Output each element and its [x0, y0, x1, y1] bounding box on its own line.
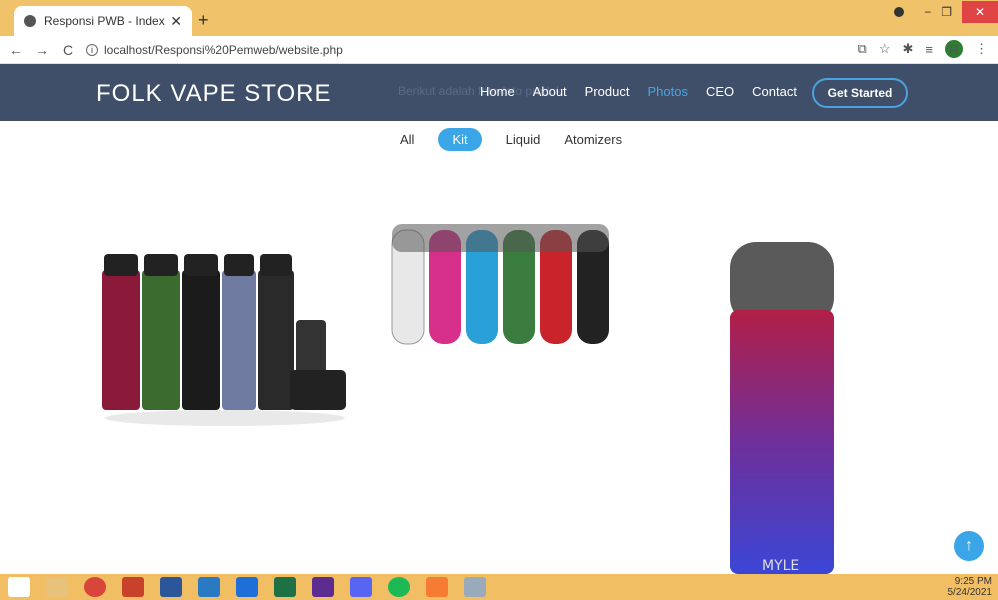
- site-header: FOLK VAPE STORE Berikut adalah foto-foto…: [0, 64, 998, 121]
- browser-tab-strip: Responsi PWB - Index ✕ + − ❐ ✕: [0, 0, 998, 36]
- filter-atomizers[interactable]: Atomizers: [564, 132, 622, 147]
- restore-button[interactable]: ❐: [941, 5, 952, 19]
- file-explorer-icon[interactable]: [46, 577, 68, 597]
- nav-contact[interactable]: Contact: [752, 84, 797, 99]
- windows-start-icon[interactable]: [8, 577, 30, 597]
- discord-icon[interactable]: [350, 577, 372, 597]
- xampp-icon[interactable]: [426, 577, 448, 597]
- scroll-to-top-button[interactable]: ↑: [954, 531, 984, 561]
- clock-date: 5/24/2021: [947, 587, 993, 598]
- vscode-icon[interactable]: [198, 577, 220, 597]
- word-icon[interactable]: [160, 577, 182, 597]
- visual-studio-icon[interactable]: [312, 577, 334, 597]
- product-photo-pod-set[interactable]: [390, 222, 612, 348]
- site-logo[interactable]: FOLK VAPE STORE: [96, 80, 332, 108]
- window-controls: − ❐ ✕: [894, 0, 998, 24]
- address-bar[interactable]: i localhost/Responsi%20Pemweb/website.ph…: [86, 43, 343, 57]
- reload-button[interactable]: C: [58, 42, 78, 58]
- browser-tab[interactable]: Responsi PWB - Index ✕: [14, 6, 192, 36]
- forward-button[interactable]: →: [32, 42, 52, 58]
- nav-about[interactable]: About: [533, 84, 567, 99]
- nav-ceo[interactable]: CEO: [706, 84, 734, 99]
- excel-icon[interactable]: [274, 577, 296, 597]
- back-button[interactable]: ←: [6, 42, 26, 58]
- url-text: localhost/Responsi%20Pemweb/website.php: [104, 42, 343, 57]
- filter-all[interactable]: All: [400, 132, 414, 147]
- os-taskbar: 9:25 PM 5/24/2021: [0, 574, 998, 600]
- main-nav: Home About Product Photos CEO Contact: [480, 84, 797, 99]
- edge-icon[interactable]: [236, 577, 258, 597]
- close-window-button[interactable]: ✕: [962, 1, 998, 23]
- product-photo-gradient-pod[interactable]: MYLE: [726, 240, 838, 574]
- tab-title: Responsi PWB - Index: [44, 14, 165, 28]
- extensions-icon[interactable]: ✱: [903, 41, 914, 57]
- powerpoint-icon[interactable]: [122, 577, 144, 597]
- browser-toolbar: ← → C i localhost/Responsi%20Pemweb/webs…: [0, 36, 998, 64]
- spotify-icon[interactable]: [388, 577, 410, 597]
- nav-photos[interactable]: Photos: [647, 84, 687, 99]
- translate-icon[interactable]: ⧉: [858, 41, 867, 57]
- minimize-button[interactable]: −: [924, 5, 931, 19]
- toolbar-actions: ⧉ ☆ ✱ ≡ R ⋮: [858, 40, 988, 58]
- globe-icon: [24, 15, 36, 27]
- filter-liquid[interactable]: Liquid: [506, 132, 541, 147]
- get-started-button[interactable]: Get Started: [812, 78, 908, 108]
- network-app-icon[interactable]: [464, 577, 486, 597]
- nav-product[interactable]: Product: [585, 84, 630, 99]
- svg-text:MYLE: MYLE: [762, 558, 799, 574]
- chrome-icon[interactable]: [84, 577, 106, 597]
- reading-list-icon[interactable]: ≡: [925, 42, 933, 57]
- menu-icon[interactable]: ⋮: [975, 41, 988, 57]
- info-icon[interactable]: i: [86, 43, 98, 56]
- nav-home[interactable]: Home: [480, 84, 515, 99]
- profile-avatar[interactable]: R: [945, 40, 963, 58]
- system-clock[interactable]: 9:25 PM 5/24/2021: [948, 576, 993, 598]
- filter-kit[interactable]: Kit: [438, 128, 482, 151]
- star-icon[interactable]: ☆: [879, 41, 891, 57]
- new-tab-button[interactable]: +: [198, 10, 209, 31]
- clock-time: 9:25 PM: [954, 576, 992, 587]
- product-photo-kit-lineup[interactable]: [100, 250, 350, 430]
- photo-filters: All Kit Liquid Atomizers: [400, 128, 622, 151]
- tab-close-icon[interactable]: ✕: [170, 13, 182, 30]
- record-icon: [894, 7, 905, 17]
